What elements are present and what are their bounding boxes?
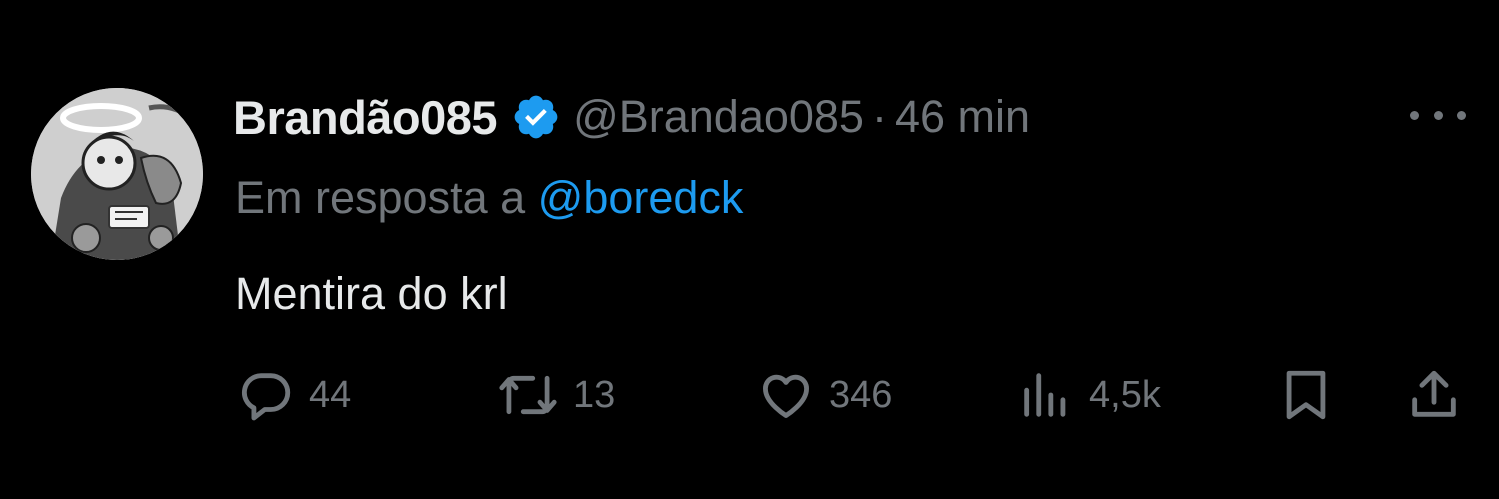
views-icon xyxy=(1017,366,1075,424)
like-count: 346 xyxy=(829,373,893,416)
tweet[interactable]: Brandão085 @Brandao085 · 46 min Em respo… xyxy=(0,0,1499,499)
action-bar: 44 13 346 4,5k xyxy=(0,362,1499,428)
reply-count: 44 xyxy=(309,373,352,416)
display-name[interactable]: Brandão085 xyxy=(233,90,498,145)
reply-mention-link[interactable]: @boredck xyxy=(538,172,744,223)
more-horizontal-icon[interactable] xyxy=(1410,100,1466,130)
views-count: 4,5k xyxy=(1089,373,1161,416)
handle[interactable]: @Brandao085 xyxy=(573,91,864,143)
avatar[interactable] xyxy=(31,88,203,260)
retweet-count: 13 xyxy=(573,373,616,416)
timestamp[interactable]: 46 min xyxy=(895,91,1030,143)
retweet-icon xyxy=(497,366,559,424)
bookmark-button[interactable] xyxy=(1277,362,1335,428)
share-button[interactable] xyxy=(1405,362,1463,428)
reply-context: Em resposta a @boredck xyxy=(235,172,743,224)
reply-icon xyxy=(237,366,295,424)
tweet-text: Mentira do krl xyxy=(235,268,508,319)
heart-icon xyxy=(757,366,815,424)
separator-dot: · xyxy=(871,91,887,142)
views-button[interactable]: 4,5k xyxy=(1017,362,1161,428)
retweet-button[interactable]: 13 xyxy=(497,362,615,428)
tweet-header: Brandão085 @Brandao085 · 46 min xyxy=(233,82,1030,152)
reply-prefix: Em resposta a xyxy=(235,172,526,223)
reply-button[interactable]: 44 xyxy=(237,362,351,428)
avatar-image xyxy=(31,88,203,260)
share-icon xyxy=(1405,366,1463,424)
bookmark-icon xyxy=(1277,366,1335,424)
verified-badge-icon xyxy=(511,92,561,142)
like-button[interactable]: 346 xyxy=(757,362,892,428)
